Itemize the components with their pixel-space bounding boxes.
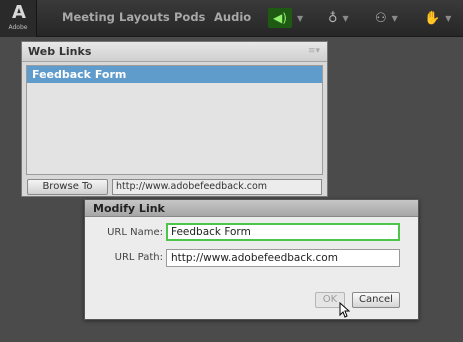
pod-menu-icon[interactable]: ≡▾	[308, 46, 320, 56]
menu-audio[interactable]: Audio	[214, 10, 251, 24]
links-list: Feedback Form	[26, 65, 323, 175]
speaker-control[interactable]: ◀) ▼	[268, 8, 303, 28]
microphone-icon[interactable]: ♁	[328, 11, 338, 26]
url-display: http://www.adobefeedback.com	[112, 179, 322, 195]
raise-hand-icon[interactable]: ✋	[424, 11, 440, 26]
mouse-cursor-icon	[339, 302, 350, 318]
menu-layouts[interactable]: Layouts	[119, 10, 170, 24]
speaker-dropdown-icon[interactable]: ▼	[297, 14, 303, 23]
webcam-icon[interactable]: ⚇	[375, 11, 387, 26]
list-item[interactable]: Feedback Form	[27, 66, 322, 83]
web-links-pod: Web Links ≡▾ Feedback Form Browse To htt…	[21, 41, 328, 197]
modify-link-dialog: Modify Link URL Name: Feedback Form URL …	[84, 199, 419, 320]
pod-header: Web Links ≡▾	[22, 42, 327, 62]
cancel-button[interactable]: Cancel	[352, 292, 400, 308]
adobe-logo-mark: A	[12, 2, 26, 23]
webcam-dropdown-icon[interactable]: ▼	[392, 14, 398, 23]
url-path-input[interactable]: http://www.adobefeedback.com	[166, 249, 400, 267]
raise-hand-dropdown-icon[interactable]: ▼	[445, 14, 451, 23]
speaker-icon[interactable]: ◀)	[268, 8, 292, 28]
adobe-logo: A Adobe	[0, 0, 37, 37]
menu-pods[interactable]: Pods	[174, 10, 205, 24]
menu-meeting[interactable]: Meeting	[62, 10, 115, 24]
microphone-control[interactable]: ♁ ▼	[328, 8, 349, 28]
adobe-logo-word: Adobe	[8, 24, 28, 31]
menu-bar: A Adobe Meeting Layouts Pods Audio ◀) ▼ …	[0, 0, 463, 37]
microphone-dropdown-icon[interactable]: ▼	[343, 14, 349, 23]
pod-title: Web Links	[28, 45, 92, 58]
url-name-label: URL Name:	[107, 227, 163, 238]
webcam-control[interactable]: ⚇ ▼	[375, 8, 398, 28]
browse-to-button[interactable]: Browse To	[27, 179, 108, 195]
dialog-title: Modify Link	[93, 202, 165, 215]
raise-hand-control[interactable]: ✋ ▼	[424, 8, 451, 28]
url-name-input[interactable]: Feedback Form	[166, 223, 400, 241]
dialog-header[interactable]: Modify Link	[85, 200, 418, 217]
url-path-label: URL Path:	[114, 252, 163, 263]
